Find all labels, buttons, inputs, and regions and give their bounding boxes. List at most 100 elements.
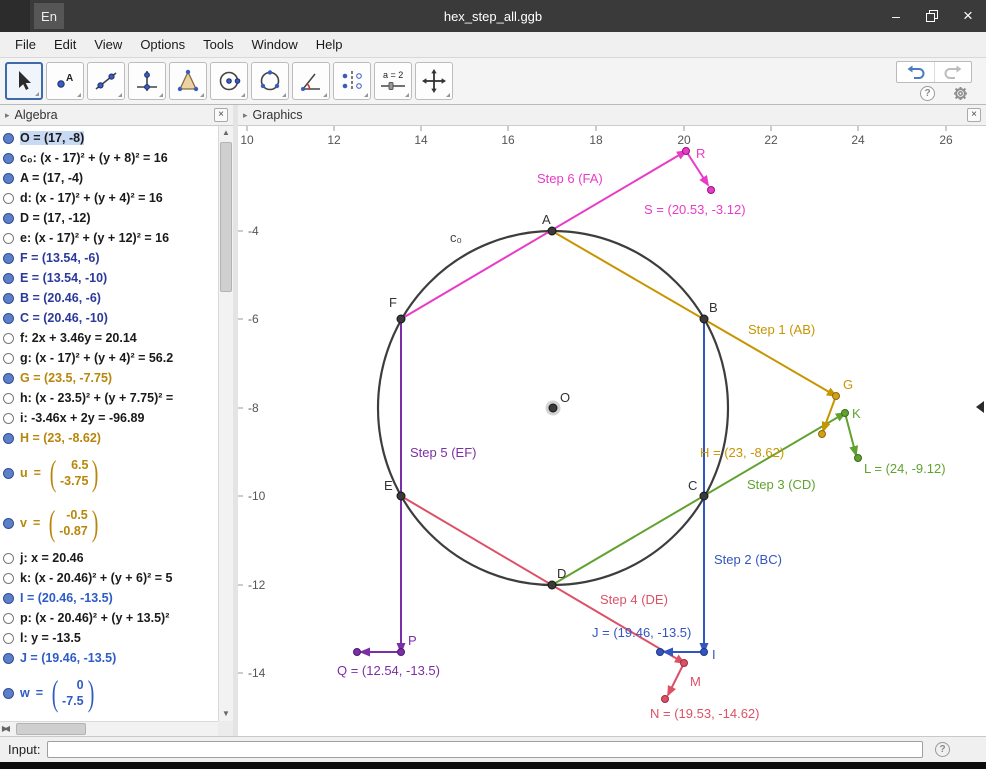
point-R[interactable] — [682, 147, 690, 155]
point-S[interactable] — [707, 186, 715, 194]
scroll-right-icon[interactable]: ▶ — [0, 722, 10, 736]
algebra-item[interactable]: E = (13.54, -10) — [0, 268, 218, 288]
visibility-marble-on[interactable] — [3, 517, 14, 529]
visibility-marble-on[interactable] — [3, 272, 14, 284]
label-M[interactable]: M — [690, 674, 701, 689]
menu-edit[interactable]: Edit — [45, 32, 85, 57]
tool-perpendicular-line-button[interactable] — [128, 62, 166, 100]
label-N-coords[interactable]: N = (19.53, -14.62) — [650, 706, 759, 721]
tool-dropdown-icon[interactable] — [364, 93, 368, 97]
algebra-item[interactable]: I = (20.46, -13.5) — [0, 588, 218, 608]
visibility-marble-on[interactable] — [3, 687, 14, 699]
algebra-item[interactable]: l: y = -13.5 — [0, 628, 218, 648]
point-G[interactable] — [832, 392, 840, 400]
algebra-item[interactable]: p: (x - 20.46)² + (y + 13.5)² — [0, 608, 218, 628]
visibility-marble-off[interactable] — [3, 632, 14, 644]
visibility-marble-off[interactable] — [3, 552, 14, 564]
tool-reflect-button[interactable] — [333, 62, 371, 100]
point-J[interactable] — [656, 648, 664, 656]
point-Q[interactable] — [353, 648, 361, 656]
label-c0[interactable]: c₀ — [450, 230, 462, 245]
menu-tools[interactable]: Tools — [194, 32, 242, 57]
algebra-item[interactable]: A = (17, -4) — [0, 168, 218, 188]
scroll-up-icon[interactable]: ▲ — [219, 126, 233, 140]
point-D[interactable] — [547, 580, 557, 590]
menu-help[interactable]: Help — [307, 32, 352, 57]
tool-dropdown-icon[interactable] — [35, 92, 39, 96]
algebra-item[interactable]: d: (x - 17)² + (y + 4)² = 16 — [0, 188, 218, 208]
algebra-item[interactable]: c₀: (x - 17)² + (y + 8)² = 16 — [0, 148, 218, 168]
label-J-coords[interactable]: J = (19.46, -13.5) — [592, 625, 691, 640]
step-labels[interactable]: Step 6 (FA) Step 1 (AB) Step 5 (EF) Step… — [410, 171, 816, 607]
algebra-item[interactable]: i: -3.46x + 2y = -96.89 — [0, 408, 218, 428]
label-O[interactable]: O — [560, 390, 570, 405]
menu-file[interactable]: File — [6, 32, 45, 57]
tool-dropdown-icon[interactable] — [323, 93, 327, 97]
tool-dropdown-icon[interactable] — [118, 93, 122, 97]
point-F[interactable] — [396, 314, 406, 324]
offset-arrows[interactable] — [359, 150, 859, 697]
visibility-marble-on[interactable] — [3, 372, 14, 384]
point-H[interactable] — [818, 430, 826, 438]
label-K[interactable]: K — [852, 406, 861, 421]
arrow-M-N[interactable] — [667, 662, 685, 697]
visibility-marble-on[interactable] — [3, 312, 14, 324]
algebra-item[interactable]: h: (x - 23.5)² + (y + 7.75)² = — [0, 388, 218, 408]
point-M[interactable] — [680, 659, 688, 667]
arrow-G-H[interactable] — [821, 395, 837, 433]
label-I[interactable]: I — [712, 647, 716, 662]
algebra-item[interactable]: B = (20.46, -6) — [0, 288, 218, 308]
visibility-marble-on[interactable] — [3, 652, 14, 664]
label-step5[interactable]: Step 5 (EF) — [410, 445, 476, 460]
horizontal-scroll-thumb[interactable] — [16, 723, 86, 735]
visibility-marble-off[interactable] — [3, 612, 14, 624]
tool-move-button[interactable] — [5, 62, 43, 100]
input-field[interactable] — [46, 741, 923, 758]
point-K[interactable] — [841, 409, 849, 417]
graphics-collapse-icon[interactable]: ▸ — [243, 110, 248, 121]
label-R[interactable]: R — [696, 146, 705, 161]
close-button[interactable]: × — [950, 0, 986, 32]
algebra-item[interactable]: j: x = 20.46 — [0, 548, 218, 568]
algebra-item[interactable]: e: (x - 17)² + (y + 12)² = 16 — [0, 228, 218, 248]
input-help-icon[interactable]: ? — [935, 742, 950, 757]
visibility-marble-on[interactable] — [3, 212, 14, 224]
label-L-coords[interactable]: L = (24, -9.12) — [864, 461, 946, 476]
tool-point-button[interactable]: A — [46, 62, 84, 100]
minimize-button[interactable]: – — [878, 0, 914, 32]
label-step3[interactable]: Step 3 (CD) — [747, 477, 816, 492]
label-G[interactable]: G — [843, 377, 853, 392]
label-A[interactable]: A — [542, 212, 551, 227]
visibility-marble-on[interactable] — [3, 132, 14, 144]
visibility-marble-off[interactable] — [3, 572, 14, 584]
label-H-coords[interactable]: H = (23, -8.62) — [700, 445, 784, 460]
label-step4[interactable]: Step 4 (DE) — [600, 592, 668, 607]
panel-collapse-arrow[interactable] — [976, 401, 984, 413]
points[interactable] — [353, 147, 862, 703]
algebra-item[interactable]: J = (19.46, -13.5) — [0, 648, 218, 668]
redo-button[interactable] — [934, 62, 971, 82]
visibility-marble-on[interactable] — [3, 432, 14, 444]
algebra-item[interactable]: g: (x - 17)² + (y + 4)² = 56.2 — [0, 348, 218, 368]
label-S-coords[interactable]: S = (20.53, -3.12) — [644, 202, 746, 217]
visibility-marble-on[interactable] — [3, 292, 14, 304]
point-C[interactable] — [699, 491, 709, 501]
algebra-item[interactable]: H = (23, -8.62) — [0, 428, 218, 448]
visibility-marble-off[interactable] — [3, 192, 14, 204]
algebra-item[interactable]: u =(6.5 -3.75) — [0, 448, 218, 498]
tool-angle-button[interactable] — [292, 62, 330, 100]
point-O[interactable] — [548, 403, 558, 413]
tool-dropdown-icon[interactable] — [446, 93, 450, 97]
menu-view[interactable]: View — [85, 32, 131, 57]
tool-dropdown-icon[interactable] — [159, 93, 163, 97]
vertical-scroll-thumb[interactable] — [220, 142, 232, 292]
algebra-item[interactable]: F = (13.54, -6) — [0, 248, 218, 268]
visibility-marble-off[interactable] — [3, 352, 14, 364]
algebra-item[interactable]: f: 2x + 3.46y = 20.14 — [0, 328, 218, 348]
label-B[interactable]: B — [709, 300, 718, 315]
visibility-marble-on[interactable] — [3, 592, 14, 604]
visibility-marble-off[interactable] — [3, 392, 14, 404]
label-step6[interactable]: Step 6 (FA) — [537, 171, 603, 186]
visibility-marble-off[interactable] — [3, 332, 14, 344]
point-E[interactable] — [396, 491, 406, 501]
